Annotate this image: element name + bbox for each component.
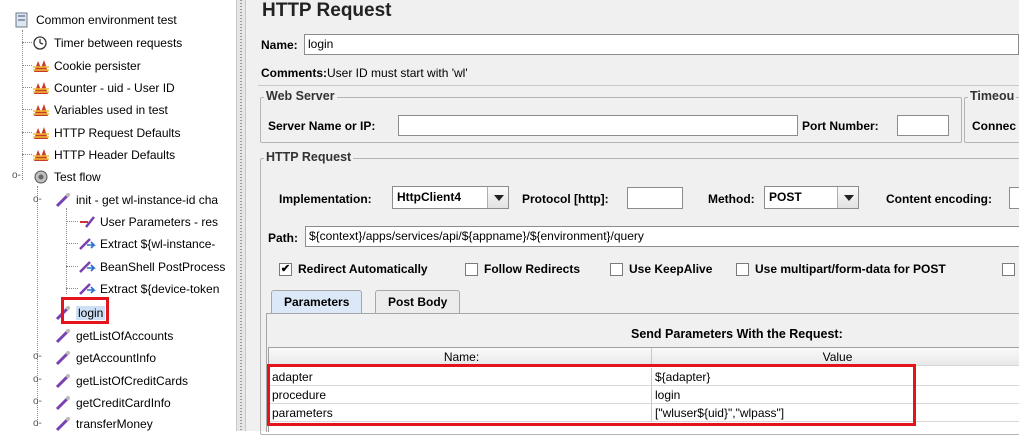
test-plan-tree[interactable]: Common environment test Timer between re… bbox=[0, 0, 236, 431]
tree-connector bbox=[37, 186, 38, 426]
chevron-down-icon bbox=[487, 187, 508, 208]
method-label: Method: bbox=[708, 192, 755, 206]
sampler-pipette-icon bbox=[54, 373, 72, 389]
server-name-label: Server Name or IP: bbox=[268, 119, 376, 133]
tree-item-test-flow[interactable]: Test flow bbox=[32, 166, 101, 186]
tree-item-getcreditcardinfo[interactable]: getCreditCardInfo bbox=[54, 392, 171, 412]
tree-item-transfermoney[interactable]: transferMoney bbox=[54, 413, 153, 433]
tree-item-http-request-defaults[interactable]: HTTP Request Defaults bbox=[32, 122, 181, 142]
tree-item-cookie-persister[interactable]: Cookie persister bbox=[32, 55, 141, 75]
sampler-pipette-icon bbox=[54, 328, 72, 344]
testplan-icon bbox=[14, 12, 32, 28]
unnamed-checkbox[interactable] bbox=[1002, 263, 1015, 276]
panel-title: HTTP Request bbox=[262, 0, 392, 21]
tree-item-user-parameters[interactable]: User Parameters - res bbox=[78, 211, 218, 231]
tree-item-variables[interactable]: Variables used in test bbox=[32, 99, 168, 119]
collapse-toggle-icon[interactable]: o- bbox=[33, 194, 42, 205]
pane-splitter[interactable] bbox=[236, 0, 246, 431]
tree-item-http-header-defaults[interactable]: HTTP Header Defaults bbox=[32, 144, 175, 164]
preprocessor-icon bbox=[78, 214, 96, 230]
name-label: Name: bbox=[261, 38, 298, 52]
use-keepalive-checkbox[interactable] bbox=[610, 263, 623, 277]
timeout-legend: Timeou bbox=[968, 89, 1017, 103]
tree-item-getaccountinfo[interactable]: getAccountInfo bbox=[54, 347, 156, 367]
follow-redirects-option[interactable]: Follow Redirects bbox=[465, 262, 580, 277]
config-element-icon bbox=[32, 125, 50, 141]
tree-item-getlistofaccounts[interactable]: getListOfAccounts bbox=[54, 325, 173, 345]
comments-label: Comments: bbox=[261, 66, 328, 80]
comments-row: Comments:User ID must start with 'wl' bbox=[261, 66, 468, 80]
tree-item-beanshell[interactable]: BeanShell PostProcess bbox=[78, 256, 225, 276]
redirect-automatically-option[interactable]: ✔ Redirect Automatically bbox=[279, 262, 428, 277]
tree-item-timer[interactable]: Timer between requests bbox=[32, 32, 182, 52]
http-request-panel: HTTP Request Name: login Comments:User I… bbox=[246, 0, 1019, 435]
web-server-legend: Web Server bbox=[264, 89, 337, 103]
sampler-pipette-icon bbox=[54, 350, 72, 366]
use-keepalive-option[interactable]: Use KeepAlive bbox=[610, 262, 712, 277]
sampler-pipette-icon bbox=[54, 395, 72, 411]
tree-item-counter-uid[interactable]: Counter - uid - User ID bbox=[32, 77, 175, 97]
redirect-automatically-checkbox[interactable]: ✔ bbox=[279, 263, 292, 277]
tree-item-common-environment-test[interactable]: Common environment test bbox=[14, 9, 177, 29]
multipart-option[interactable]: Use multipart/form-data for POST bbox=[736, 262, 946, 277]
expand-toggle-icon[interactable]: o- bbox=[33, 374, 42, 385]
chevron-down-icon bbox=[837, 187, 858, 208]
content-encoding-label: Content encoding: bbox=[886, 192, 992, 206]
tree-item-getlistofcreditcards[interactable]: getListOfCreditCards bbox=[54, 370, 188, 390]
config-element-icon bbox=[32, 58, 50, 74]
http-request-legend: HTTP Request bbox=[264, 150, 354, 164]
tree-item-extract-device-token[interactable]: Extract ${device-token bbox=[78, 278, 219, 298]
content-encoding-field[interactable] bbox=[1009, 187, 1019, 209]
expand-toggle-icon[interactable]: o- bbox=[33, 396, 42, 407]
connect-timeout-label: Connec bbox=[972, 119, 1017, 133]
sampler-pipette-icon bbox=[54, 192, 72, 208]
follow-redirects-checkbox[interactable] bbox=[465, 263, 478, 277]
tree-item-extract-wl-instance[interactable]: Extract ${wl-instance- bbox=[78, 233, 215, 253]
config-element-icon bbox=[32, 102, 50, 118]
server-name-field[interactable] bbox=[398, 115, 798, 136]
port-number-field[interactable] bbox=[897, 115, 949, 136]
multipart-checkbox[interactable] bbox=[736, 263, 749, 277]
protocol-label: Protocol [http]: bbox=[522, 192, 609, 206]
tab-post-body[interactable]: Post Body bbox=[375, 290, 461, 314]
expand-toggle-icon[interactable]: o- bbox=[33, 351, 42, 362]
timer-icon bbox=[32, 35, 50, 51]
path-label: Path: bbox=[268, 231, 298, 245]
highlight-box-parameters bbox=[267, 364, 916, 426]
method-select[interactable]: POST bbox=[764, 186, 859, 209]
name-field[interactable]: login bbox=[304, 34, 1019, 55]
implementation-label: Implementation: bbox=[279, 192, 372, 206]
tree-item-init[interactable]: init - get wl-instance-id cha bbox=[54, 189, 218, 209]
postprocessor-icon bbox=[78, 259, 96, 275]
comments-field[interactable]: User ID must start with 'wl' bbox=[327, 66, 468, 80]
postprocessor-icon bbox=[78, 236, 96, 252]
sampler-pipette-icon bbox=[54, 416, 72, 432]
expand-toggle-icon[interactable]: o- bbox=[33, 418, 42, 429]
params-table-header: Send Parameters With the Request: bbox=[631, 327, 843, 341]
port-number-label: Port Number: bbox=[802, 119, 879, 133]
highlight-box-login bbox=[61, 297, 109, 324]
config-element-icon bbox=[32, 80, 50, 96]
config-element-icon bbox=[32, 147, 50, 163]
thread-group-icon bbox=[32, 169, 50, 185]
postprocessor-icon bbox=[78, 281, 96, 297]
collapse-toggle-icon[interactable]: o- bbox=[12, 170, 21, 181]
path-field[interactable]: ${context}/apps/services/api/${appname}/… bbox=[305, 226, 1019, 247]
tab-parameters[interactable]: Parameters bbox=[271, 290, 363, 314]
protocol-field[interactable] bbox=[627, 187, 683, 209]
divider bbox=[258, 85, 1019, 86]
tree-connector bbox=[22, 30, 23, 180]
implementation-select[interactable]: HttpClient4 bbox=[392, 186, 509, 209]
